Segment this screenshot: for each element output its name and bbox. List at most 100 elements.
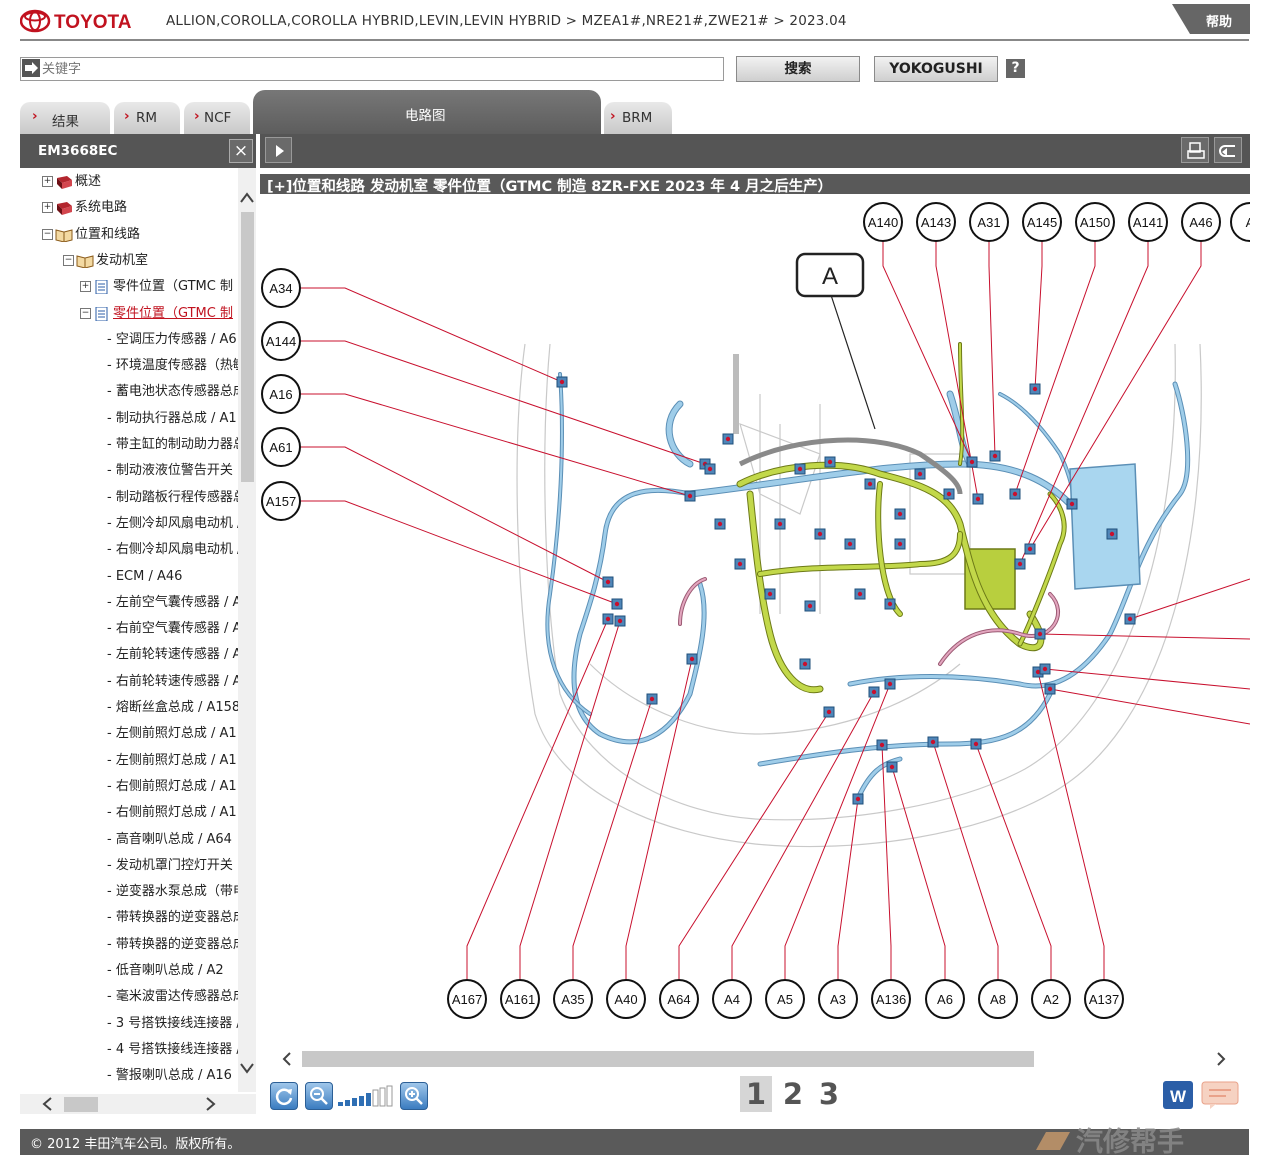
tree-item[interactable]: - 带转换器的逆变器总成 xyxy=(20,908,238,928)
tab-brm[interactable]: › BRM xyxy=(604,102,672,134)
tree-item[interactable]: - 带主缸的制动助力器总 xyxy=(20,435,238,455)
tree-item[interactable]: - 左侧前照灯总成 / A1 xyxy=(20,751,238,771)
tree-horizontal-scrollbar[interactable] xyxy=(20,1094,256,1114)
callout-top[interactable]: A150 xyxy=(1075,202,1115,242)
tree-item[interactable]: - 右前空气囊传感器 / A xyxy=(20,619,238,639)
tree-item[interactable]: - 高音喇叭总成 / A64 xyxy=(20,830,238,850)
tree-item[interactable]: - 4 号搭铁接线连接器 / xyxy=(20,1040,238,1060)
tree-item[interactable]: - 逆变器水泵总成（带电 xyxy=(20,882,238,902)
zoom-out-icon[interactable] xyxy=(305,1082,333,1110)
play-icon[interactable] xyxy=(265,137,292,163)
tree-item[interactable]: - 毫米波雷达传感器总成 xyxy=(20,987,238,1007)
tree-scroll-thumb[interactable] xyxy=(241,212,254,482)
expand-icon[interactable]: + xyxy=(42,176,53,187)
tree-item[interactable]: - 左侧前照灯总成 / A1 xyxy=(20,724,238,744)
zoom-level-bars[interactable] xyxy=(336,1084,398,1108)
page-2-button[interactable]: 2 xyxy=(777,1076,809,1112)
tree-item[interactable]: - 右侧前照灯总成 / A1 xyxy=(20,777,238,797)
tree-item[interactable]: - 左前轮转速传感器 / A xyxy=(20,645,238,665)
callout-bottom[interactable]: A8 xyxy=(978,979,1018,1019)
callout-bottom[interactable]: A6 xyxy=(925,979,965,1019)
callout-bottom[interactable]: A5 xyxy=(765,979,805,1019)
tree-item[interactable]: - 3 号搭铁接线连接器 / xyxy=(20,1014,238,1034)
tree-item[interactable]: - 右前轮转速传感器 / A xyxy=(20,672,238,692)
tree-item[interactable]: - ECM / A46 xyxy=(20,567,238,587)
callout-bottom[interactable]: A136 xyxy=(871,979,911,1019)
refresh-icon[interactable] xyxy=(270,1082,298,1110)
tree-item[interactable]: - 发动机罩门控灯开关 xyxy=(20,856,238,876)
callout-label: A61 xyxy=(269,440,292,455)
callout-top[interactable]: A31 xyxy=(969,202,1009,242)
figure-title[interactable]: [+]位置和线路 发动机室 零件位置（GTMC 制造 8ZR-FXE 2023 … xyxy=(267,175,832,196)
callout-bottom[interactable]: A35 xyxy=(553,979,593,1019)
callout-top[interactable]: A143 xyxy=(916,202,956,242)
search-button[interactable]: 搜索 xyxy=(736,56,860,82)
word-export-icon[interactable]: W xyxy=(1162,1080,1194,1110)
tree-item[interactable]: − 位置和线路 xyxy=(20,225,238,245)
expand-icon[interactable]: + xyxy=(42,202,53,214)
tree-item[interactable]: - 低音喇叭总成 / A2 xyxy=(20,961,238,981)
tree-hscroll-thumb[interactable] xyxy=(64,1097,98,1112)
callout-bottom[interactable]: A161 xyxy=(500,979,540,1019)
callout-bottom[interactable]: A167 xyxy=(447,979,487,1019)
print-icon[interactable] xyxy=(1181,137,1209,163)
connector-dot xyxy=(802,661,808,667)
help-button[interactable]: 帮助 xyxy=(1172,4,1250,34)
tree-item[interactable]: - 带转换器的逆变器总成 xyxy=(20,935,238,955)
callout-left[interactable]: A144 xyxy=(261,321,301,361)
callout-top[interactable]: A145 xyxy=(1022,202,1062,242)
callout-bottom[interactable]: A3 xyxy=(818,979,858,1019)
tree-item[interactable]: - 右侧前照灯总成 / A1 xyxy=(20,803,238,823)
page-3-button[interactable]: 3 xyxy=(813,1076,845,1112)
tree-item[interactable]: − 零件位置（GTMC 制 xyxy=(20,304,238,324)
tree-item[interactable]: + 概述 xyxy=(20,172,238,192)
callout-left[interactable]: A16 xyxy=(261,374,301,414)
tree-item[interactable]: - 左侧冷却风扇电动机 / xyxy=(20,514,238,534)
callout-label: A141 xyxy=(1133,215,1163,230)
callout-top[interactable]: A140 xyxy=(863,202,903,242)
help-question-icon[interactable]: ? xyxy=(1006,59,1025,78)
callout-bottom[interactable]: A4 xyxy=(712,979,752,1019)
callout-top[interactable]: A141 xyxy=(1128,202,1168,242)
tree-item[interactable]: - 蓄电池状态传感器总成 xyxy=(20,382,238,402)
tab-wiring-diagram[interactable]: 电路图 xyxy=(253,90,601,134)
tree-item[interactable]: - 制动液液位警告开关 xyxy=(20,461,238,481)
callout-bottom[interactable]: A64 xyxy=(659,979,699,1019)
expand-icon[interactable]: + xyxy=(80,281,91,293)
tab-ncf[interactable]: › NCF xyxy=(184,102,250,134)
callout-bottom[interactable]: A40 xyxy=(606,979,646,1019)
tree-item[interactable]: − 发动机室 xyxy=(20,251,238,271)
callout-left[interactable]: A61 xyxy=(261,427,301,467)
callout-bottom[interactable]: A137 xyxy=(1084,979,1124,1019)
callout-bottom[interactable]: A2 xyxy=(1031,979,1071,1019)
tree-item[interactable]: - 空调压力传感器 / A6 xyxy=(20,330,238,350)
figure-scroll-thumb[interactable] xyxy=(302,1051,1034,1067)
tab-results[interactable]: › 结果 xyxy=(20,102,110,134)
callout-A[interactable]: A xyxy=(795,252,876,430)
callout-top[interactable]: A xyxy=(1230,202,1250,242)
yokogushi-button[interactable]: YOKOGUSHI xyxy=(874,56,998,82)
search-input[interactable] xyxy=(42,58,718,78)
collapse-icon[interactable]: − xyxy=(80,307,91,319)
close-icon[interactable]: × xyxy=(229,139,253,163)
tab-rm[interactable]: › RM xyxy=(114,102,180,134)
collapse-icon[interactable]: − xyxy=(63,254,74,266)
tree-item[interactable]: + 零件位置（GTMC 制 xyxy=(20,277,238,297)
tree-item[interactable]: - 制动踏板行程传感器总 xyxy=(20,488,238,508)
tree-item[interactable]: - 右侧冷却风扇电动机 / xyxy=(20,540,238,560)
tree-item[interactable]: + 系统电路 xyxy=(20,198,238,218)
collapse-icon[interactable]: − xyxy=(42,228,53,240)
callout-left[interactable]: A34 xyxy=(261,268,301,308)
tree-item[interactable]: - 左前空气囊传感器 / A xyxy=(20,593,238,613)
tree-item[interactable]: - 警报喇叭总成 / A16 xyxy=(20,1066,238,1086)
callout-left[interactable]: A157 xyxy=(261,481,301,521)
tree-item[interactable]: - 环境温度传感器（热敏 xyxy=(20,356,238,376)
callout-top[interactable]: A46 xyxy=(1181,202,1221,242)
comment-icon[interactable] xyxy=(1200,1080,1240,1110)
return-icon[interactable] xyxy=(1214,137,1242,163)
tree-item[interactable]: - 制动执行器总成 / A1 xyxy=(20,409,238,429)
page-1-button[interactable]: 1 xyxy=(740,1076,772,1112)
tree-item-label: - 发动机罩门控灯开关 xyxy=(107,857,233,873)
zoom-in-icon[interactable] xyxy=(400,1082,428,1110)
tree-item[interactable]: - 熔断丝盒总成 / A158 xyxy=(20,698,238,718)
